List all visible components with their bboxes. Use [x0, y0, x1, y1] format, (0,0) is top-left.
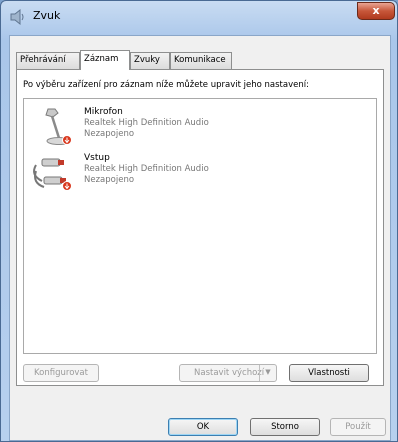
device-list[interactable]: Mikrofon Realtek High Definition Audio N… — [23, 98, 377, 354]
tab-sounds[interactable]: Zvuky — [130, 52, 170, 69]
tab-playback[interactable]: Přehrávání — [16, 52, 80, 69]
tab-communications[interactable]: Komunikace — [170, 52, 232, 69]
ok-button[interactable]: OK — [168, 418, 238, 436]
device-driver: Realtek High Definition Audio — [84, 118, 209, 128]
speaker-icon — [10, 8, 24, 26]
dialog-client-area: Přehrávání Záznam Zvuky Komunikace Po vý… — [9, 35, 391, 441]
device-item-microphone[interactable]: Mikrofon Realtek High Definition Audio N… — [26, 105, 366, 149]
device-driver: Realtek High Definition Audio — [84, 164, 209, 174]
close-icon: x — [372, 4, 380, 17]
cancel-button[interactable]: Storno — [250, 418, 320, 436]
set-default-button[interactable]: Nastavit výchozí ▼ — [179, 364, 277, 382]
line-in-cable-icon — [33, 158, 72, 191]
set-default-label: Nastavit výchozí — [194, 368, 265, 378]
tab-strip: Přehrávání Záznam Zvuky Komunikace — [10, 50, 390, 70]
properties-button[interactable]: Vlastnosti — [289, 364, 369, 382]
close-button[interactable]: x — [357, 2, 395, 20]
microphone-icon — [45, 108, 72, 145]
tab-recording[interactable]: Záznam — [80, 50, 130, 70]
recording-panel: Po výběru zařízení pro záznam níže můžet… — [16, 69, 384, 386]
window-title: Zvuk — [33, 9, 61, 22]
device-status: Nezapojeno — [84, 175, 135, 185]
title-bar[interactable]: Zvuk x — [1, 1, 397, 35]
device-name: Mikrofon — [84, 107, 123, 117]
device-item-line-in[interactable]: Vstup Realtek High Definition Audio Neza… — [26, 151, 366, 195]
apply-button[interactable]: Použít — [330, 418, 386, 436]
device-name: Vstup — [84, 153, 110, 163]
chevron-down-icon[interactable]: ▼ — [259, 365, 276, 381]
configure-button[interactable]: Konfigurovat — [23, 364, 99, 382]
sound-dialog: Zvuk x Přehrávání Záznam Zvuky Komunikac… — [0, 0, 398, 442]
device-status: Nezapojeno — [84, 129, 135, 139]
instruction-text: Po výběru zařízení pro záznam níže můžet… — [23, 80, 309, 90]
